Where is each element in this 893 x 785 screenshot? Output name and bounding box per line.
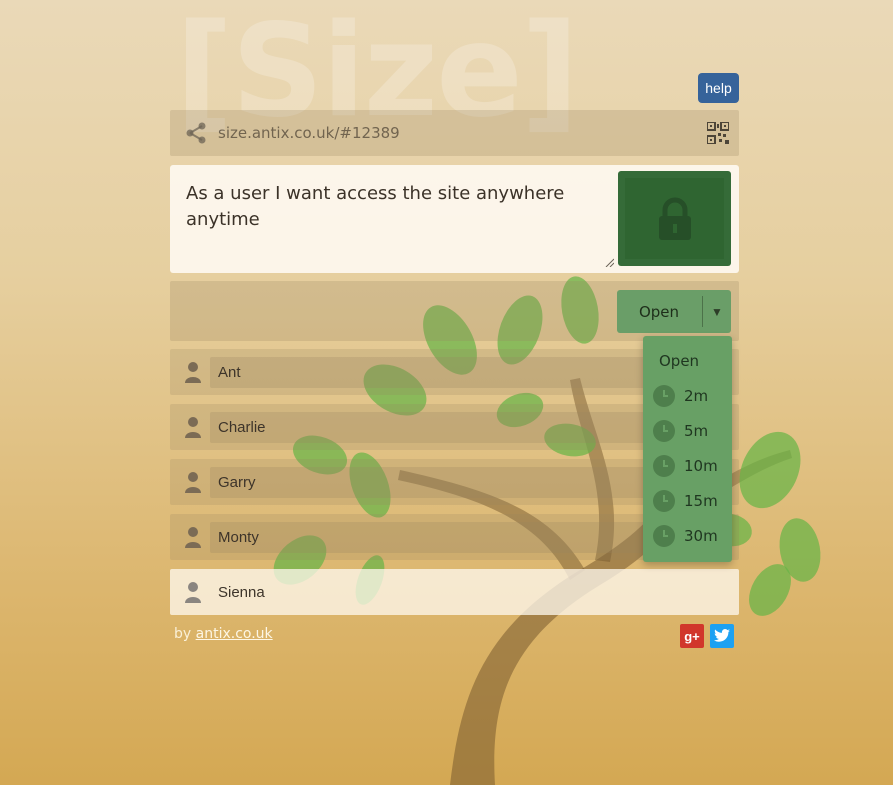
user-row-sienna[interactable]: Sienna (170, 569, 739, 615)
user-name: Charlie (218, 419, 266, 436)
dropdown-item-2m[interactable]: 2m (643, 381, 732, 411)
qr-code-icon[interactable] (707, 122, 729, 144)
status-control-bar: Open ▼ (170, 281, 739, 341)
user-icon (185, 582, 201, 603)
dropdown-item-label: 10m (684, 457, 718, 475)
user-name-field (210, 577, 731, 608)
dropdown-item-label: Open (659, 352, 700, 370)
share-url-bar: size.antix.co.uk/#12389 (170, 110, 739, 156)
footer-link[interactable]: antix.co.uk (196, 626, 273, 642)
clock-icon (653, 455, 675, 477)
dropdown-item-label: 5m (684, 422, 709, 440)
share-icon[interactable] (184, 121, 208, 145)
dropdown-item-label: 2m (684, 387, 709, 405)
clock-icon (653, 490, 675, 512)
clock-icon (653, 385, 675, 407)
dropdown-item-open[interactable]: Open (643, 346, 732, 376)
caret-down-icon[interactable]: ▼ (711, 305, 723, 319)
user-icon (185, 527, 201, 548)
footer-credit: by antix.co.uk (174, 626, 273, 642)
dropdown-item-label: 30m (684, 527, 718, 545)
user-icon (185, 362, 201, 383)
user-icon (185, 417, 201, 438)
user-name: Monty (218, 529, 259, 546)
status-dropdown-button[interactable]: Open ▼ (617, 290, 731, 333)
user-name: Garry (218, 474, 256, 491)
dropdown-item-10m[interactable]: 10m (643, 451, 732, 481)
story-panel: As a user I want access the site anywher… (170, 165, 739, 273)
help-button[interactable]: help (698, 73, 739, 103)
lock-panel (625, 178, 724, 259)
dropdown-item-5m[interactable]: 5m (643, 416, 732, 446)
story-textarea[interactable]: As a user I want access the site anywher… (186, 181, 606, 233)
user-name: Sienna (218, 584, 265, 601)
dropdown-item-15m[interactable]: 15m (643, 486, 732, 516)
footer-by-prefix: by (174, 626, 192, 642)
dropdown-item-label: 15m (684, 492, 718, 510)
clock-icon (653, 525, 675, 547)
user-name: Ant (218, 364, 241, 381)
lock-toggle-button[interactable] (618, 171, 731, 266)
user-icon (185, 472, 201, 493)
twitter-icon[interactable] (710, 624, 734, 648)
clock-icon (653, 420, 675, 442)
status-dropdown-menu: Open 2m 5m 10m 15m 30m (643, 336, 732, 562)
resize-grip-icon[interactable] (604, 257, 614, 267)
lock-icon (658, 197, 691, 240)
dropdown-item-30m[interactable]: 30m (643, 521, 732, 551)
status-selected-label: Open (638, 302, 680, 321)
google-plus-icon[interactable]: g+ (680, 624, 704, 648)
button-divider (702, 296, 703, 327)
share-url[interactable]: size.antix.co.uk/#12389 (218, 124, 400, 142)
